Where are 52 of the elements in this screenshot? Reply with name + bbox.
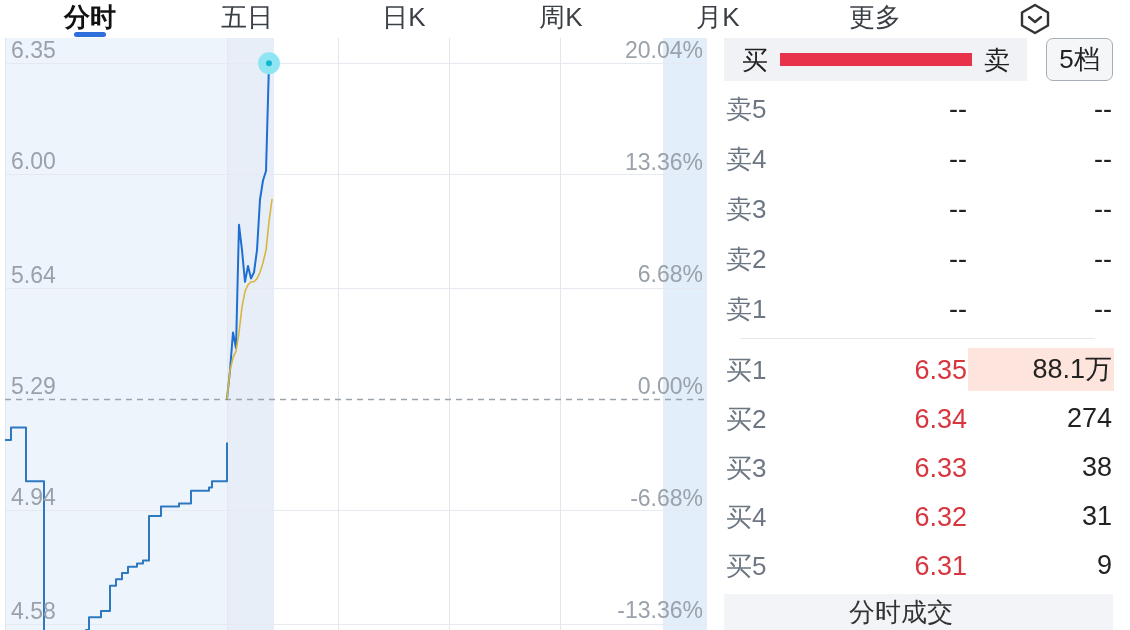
price-axis-label: 5.29 [11,373,56,398]
price-axis-label: 6.00 [11,149,56,174]
bid-volume: 274 [1065,402,1113,435]
percent-axis-label: 13.36% [625,150,703,175]
ask-volume: -- [1093,142,1113,176]
ask-price: -- [949,194,967,224]
percent-axis-label: -6.68% [630,485,703,510]
ask-price: -- [949,244,967,274]
tab[interactable]: 分时 [44,0,136,38]
ask-level-label: 卖3 [725,194,767,224]
bid-level-label: 买3 [725,452,767,483]
buy-label: 买 [742,44,768,75]
ask-volume: -- [1093,192,1113,226]
ask-level-label: 卖2 [725,244,767,274]
tab[interactable]: 更多 [829,0,921,38]
bid-level-label: 买1 [725,354,767,385]
bid-price: 6.33 [914,452,967,483]
bid-level-label: 买5 [725,550,767,581]
ask-price: -- [949,94,967,124]
end-dot-icon [258,52,280,75]
ask-volume: -- [1093,292,1113,326]
bid-price: 6.32 [914,501,967,532]
bid-level-label: 买4 [725,501,767,532]
ask-price: -- [949,294,967,324]
depth-button[interactable]: 5档 [1046,38,1113,81]
percent-axis-label: 6.68% [637,262,703,286]
bid-volume: 38 [1080,451,1113,484]
percent-axis-label: 0.00% [637,373,703,398]
tab[interactable]: 五日 [201,0,293,38]
bid-level-label: 买2 [725,403,767,434]
ask-volume: -- [1093,242,1113,276]
ask-price: -- [949,144,967,174]
tab[interactable]: 月K [672,0,764,38]
hexagon-icon[interactable] [1019,3,1051,35]
bid-volume: 88.1万 [968,348,1114,391]
ask-level-label: 卖5 [725,94,767,124]
price-axis-label: 5.64 [11,263,56,288]
bid-price: 6.34 [914,403,967,434]
sell-label: 卖 [984,44,1010,75]
price-axis-label: 6.35 [11,38,56,63]
tab[interactable]: 周K [515,0,607,38]
ask-volume: -- [1093,92,1113,126]
ask-level-label: 卖4 [725,144,767,174]
bid-volume: 31 [1080,500,1113,533]
percent-axis-label: -13.36% [617,597,703,622]
bid-price: 6.31 [914,550,967,581]
ask-level-label: 卖1 [725,294,767,324]
bid-price: 6.35 [914,354,967,385]
percent-axis-label: 20.04% [625,38,703,63]
bid-volume: 9 [1095,549,1113,582]
tab[interactable]: 日K [358,0,450,38]
trades-button[interactable]: 分时成交 [724,594,1113,630]
